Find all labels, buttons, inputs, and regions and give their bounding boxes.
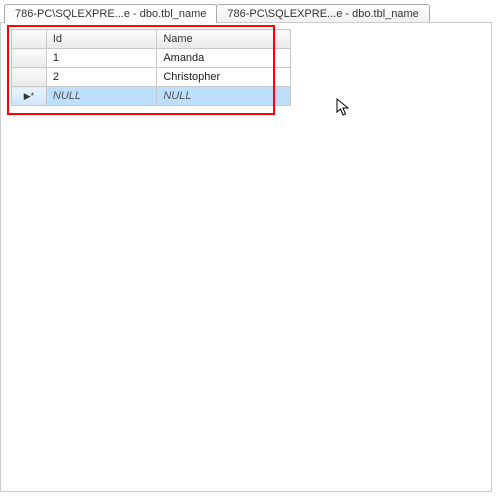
null-value: NULL	[53, 90, 81, 102]
row-selector-new[interactable]: ▶*	[12, 87, 47, 106]
cell-name[interactable]: Amanda	[157, 49, 291, 68]
tab-bar: 786-PC\SQLEXPRE...e - dbo.tbl_name 786-P…	[0, 0, 500, 23]
table-row[interactable]: 1 Amanda	[12, 49, 291, 68]
row-selector[interactable]	[12, 49, 47, 68]
header-row: Id Name	[12, 30, 291, 49]
new-row-indicator-icon: ▶*	[24, 92, 34, 101]
cell-name[interactable]: Christopher	[157, 68, 291, 87]
row-selector[interactable]	[12, 68, 47, 87]
data-grid-container: Id Name 1 Amanda 2 Christopher ▶*	[1, 23, 281, 106]
tab-inactive[interactable]: 786-PC\SQLEXPRE...e - dbo.tbl_name	[216, 4, 429, 23]
tab-active[interactable]: 786-PC\SQLEXPRE...e - dbo.tbl_name	[4, 4, 217, 23]
cell-id[interactable]: 2	[46, 68, 156, 87]
null-value: NULL	[163, 90, 191, 102]
column-header-name[interactable]: Name	[157, 30, 291, 49]
new-row[interactable]: ▶* NULL NULL	[12, 87, 291, 106]
data-grid[interactable]: Id Name 1 Amanda 2 Christopher ▶*	[11, 29, 291, 106]
column-header-id[interactable]: Id	[46, 30, 156, 49]
cell-name-new[interactable]: NULL	[157, 87, 291, 106]
row-header-corner	[12, 30, 47, 49]
cell-id-new[interactable]: NULL	[46, 87, 156, 106]
table-row[interactable]: 2 Christopher	[12, 68, 291, 87]
cell-id[interactable]: 1	[46, 49, 156, 68]
editor-pane: Id Name 1 Amanda 2 Christopher ▶*	[0, 22, 492, 492]
